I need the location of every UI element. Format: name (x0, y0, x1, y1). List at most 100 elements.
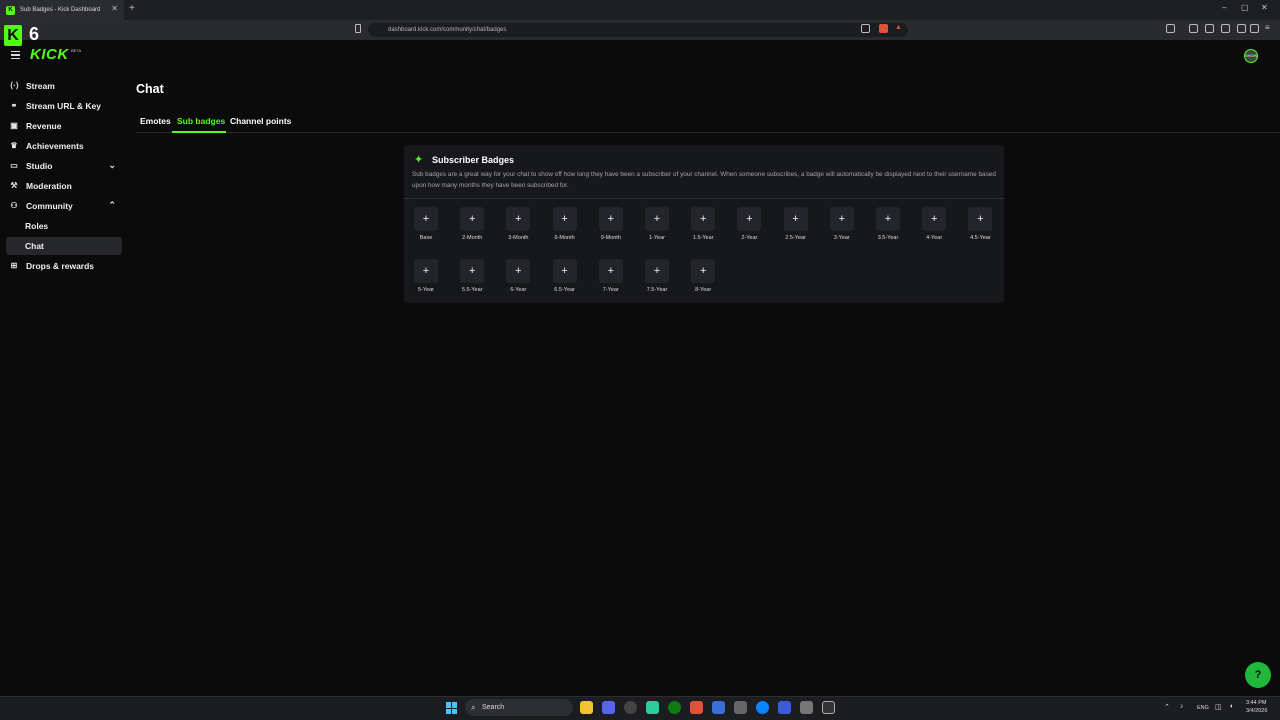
add-badge-button[interactable]: + (598, 259, 623, 283)
add-badge-button[interactable]: + (414, 207, 438, 231)
maximize-button[interactable]: ▢ (1241, 3, 1249, 12)
volume-icon[interactable]: ◖ (1229, 703, 1233, 710)
chevron-up-icon[interactable]: ⌃ (108, 200, 116, 211)
discord-icon[interactable] (602, 701, 615, 714)
badge-slot: +7-Year (589, 259, 633, 299)
badge-label: 5-Year (417, 287, 434, 293)
app-icon-indigo[interactable] (778, 701, 791, 714)
sidebar-item-roles[interactable]: Roles (6, 217, 122, 235)
share-icon[interactable] (861, 24, 870, 33)
badge-slot: +9-Month (589, 207, 633, 247)
sidebar-item-moderation[interactable]: ⚒ Moderation (6, 177, 122, 195)
tab-close-icon[interactable]: ✕ (111, 4, 118, 13)
add-badge-button[interactable]: + (598, 207, 623, 231)
badge-label: 7-Year (602, 287, 619, 293)
vpn-icon[interactable] (1250, 24, 1259, 33)
menu-dots-icon[interactable]: ≡ (1265, 23, 1274, 32)
taskbar-search[interactable]: ⌕ Search (465, 699, 573, 716)
language-indicator[interactable]: ENG (1197, 705, 1209, 711)
overlay-number: 6 (29, 24, 40, 44)
sidebar-item-stream-url-key[interactable]: ⚭ Stream URL & Key (6, 97, 122, 115)
chevron-down-icon[interactable]: ⌄ (108, 160, 116, 171)
wallet-icon[interactable] (1237, 24, 1246, 33)
avatar[interactable]: SHOW (1244, 49, 1258, 63)
kick-logo[interactable]: KICK (30, 46, 69, 63)
community-icon: ⚇ (10, 201, 18, 210)
badge-slot: +1.5-Year (681, 207, 725, 247)
badge-label: 8-Year (695, 287, 712, 293)
window-close-button[interactable]: ✕ (1261, 3, 1268, 12)
taskbar-search-label: Search (482, 704, 505, 711)
windows-start-icon[interactable] (446, 702, 458, 714)
add-badge-button[interactable]: + (414, 259, 438, 283)
rewards-icon[interactable]: ▲ (895, 24, 904, 33)
address-bar[interactable]: dashboard.kick.com/community/chat/badges (368, 23, 908, 37)
tab-channel-points[interactable]: Channel points (230, 116, 291, 126)
new-tab-button[interactable]: + (129, 3, 135, 14)
app-icon-blue[interactable] (756, 701, 769, 714)
microphone-icon[interactable]: ♪ (1180, 703, 1184, 710)
minimize-button[interactable]: – (1222, 3, 1226, 12)
sidebar-item-label: Moderation (26, 181, 72, 191)
sidebar-item-studio[interactable]: ▭ Studio ⌄ (6, 157, 122, 175)
sidebar-item-label: Stream URL & Key (26, 101, 101, 111)
add-badge-button[interactable]: + (552, 207, 577, 231)
browser-tab-bar: K Sub Badges - Kick Dashboard ✕ + – ▢ ✕ (0, 0, 1280, 20)
add-badge-button[interactable]: + (691, 259, 716, 283)
add-badge-button[interactable]: + (645, 259, 669, 283)
brave-shields-icon[interactable] (879, 24, 888, 33)
add-badge-button[interactable]: + (552, 259, 577, 283)
sidebar-item-community[interactable]: ⚇ Community ⌃ (6, 197, 122, 215)
settings-app-icon[interactable] (734, 701, 747, 714)
file-explorer-icon[interactable] (580, 701, 593, 714)
sidebar-toggle-icon[interactable] (1205, 24, 1214, 33)
sidebar-item-chat[interactable]: Chat (6, 237, 122, 255)
sidebar-item-drops-rewards[interactable]: ⊞ Drops & rewards (6, 257, 122, 275)
add-badge-button[interactable]: + (876, 207, 900, 231)
add-badge-button[interactable]: + (691, 207, 716, 231)
add-badge-button[interactable]: + (645, 207, 669, 231)
panel-divider (404, 198, 1004, 199)
badge-slot: +4.5-Year (958, 207, 1002, 247)
media-icon[interactable] (1189, 24, 1198, 33)
screenshot-icon[interactable] (1166, 24, 1175, 33)
extensions-icon[interactable] (1221, 24, 1230, 33)
tab-emotes[interactable]: Emotes (140, 116, 171, 126)
sidebar-item-achievements[interactable]: ♛ Achievements (6, 137, 122, 155)
badge-label: 5.5-Year (461, 287, 483, 293)
sidebar-item-revenue[interactable]: ▣ Revenue (6, 117, 122, 135)
badge-label: 2.5-Year (785, 235, 806, 241)
badge-label: 1.5-Year (692, 235, 714, 241)
github-icon[interactable] (624, 701, 637, 714)
help-chat-button[interactable]: ? (1245, 662, 1271, 688)
brave-browser-icon[interactable] (690, 701, 703, 714)
add-badge-button[interactable]: + (829, 207, 854, 231)
add-badge-button[interactable]: + (460, 259, 485, 283)
add-badge-button[interactable]: + (737, 207, 762, 231)
tray-chevron-up-icon[interactable]: ⌃ (1164, 703, 1170, 711)
clock-date[interactable]: 3/4/2026 (1246, 708, 1267, 714)
badge-slot: + Base (404, 207, 448, 247)
bookmark-icon[interactable] (355, 24, 361, 33)
add-badge-button[interactable]: + (783, 207, 808, 231)
broadcast-icon: ⟨·⟩ (10, 81, 19, 90)
tab-sub-badges[interactable]: Sub badges (177, 116, 225, 126)
shield-app-icon[interactable] (712, 701, 725, 714)
app-icon-gray[interactable] (800, 701, 813, 714)
add-badge-button[interactable]: + (460, 207, 485, 231)
add-badge-button[interactable]: + (506, 207, 531, 231)
network-icon[interactable]: ◫ (1215, 703, 1222, 711)
xbox-icon[interactable] (668, 701, 681, 714)
trophy-icon: ♛ (10, 141, 18, 150)
sidebar-item-stream[interactable]: ⟨·⟩ Stream (6, 77, 122, 95)
browser-tab[interactable]: K Sub Badges - Kick Dashboard ✕ (0, 0, 124, 20)
app-icon-teal[interactable] (646, 701, 659, 714)
add-badge-button[interactable]: + (968, 207, 993, 231)
badge-slot: +2-Month (450, 207, 494, 247)
add-badge-button[interactable]: + (506, 259, 531, 283)
add-badge-button[interactable]: + (922, 207, 947, 231)
kick-k-logo: K (4, 25, 22, 46)
clock-time[interactable]: 3:44 PM (1246, 700, 1266, 706)
hamburger-menu-icon[interactable] (11, 51, 20, 59)
terminal-icon[interactable] (822, 701, 835, 714)
